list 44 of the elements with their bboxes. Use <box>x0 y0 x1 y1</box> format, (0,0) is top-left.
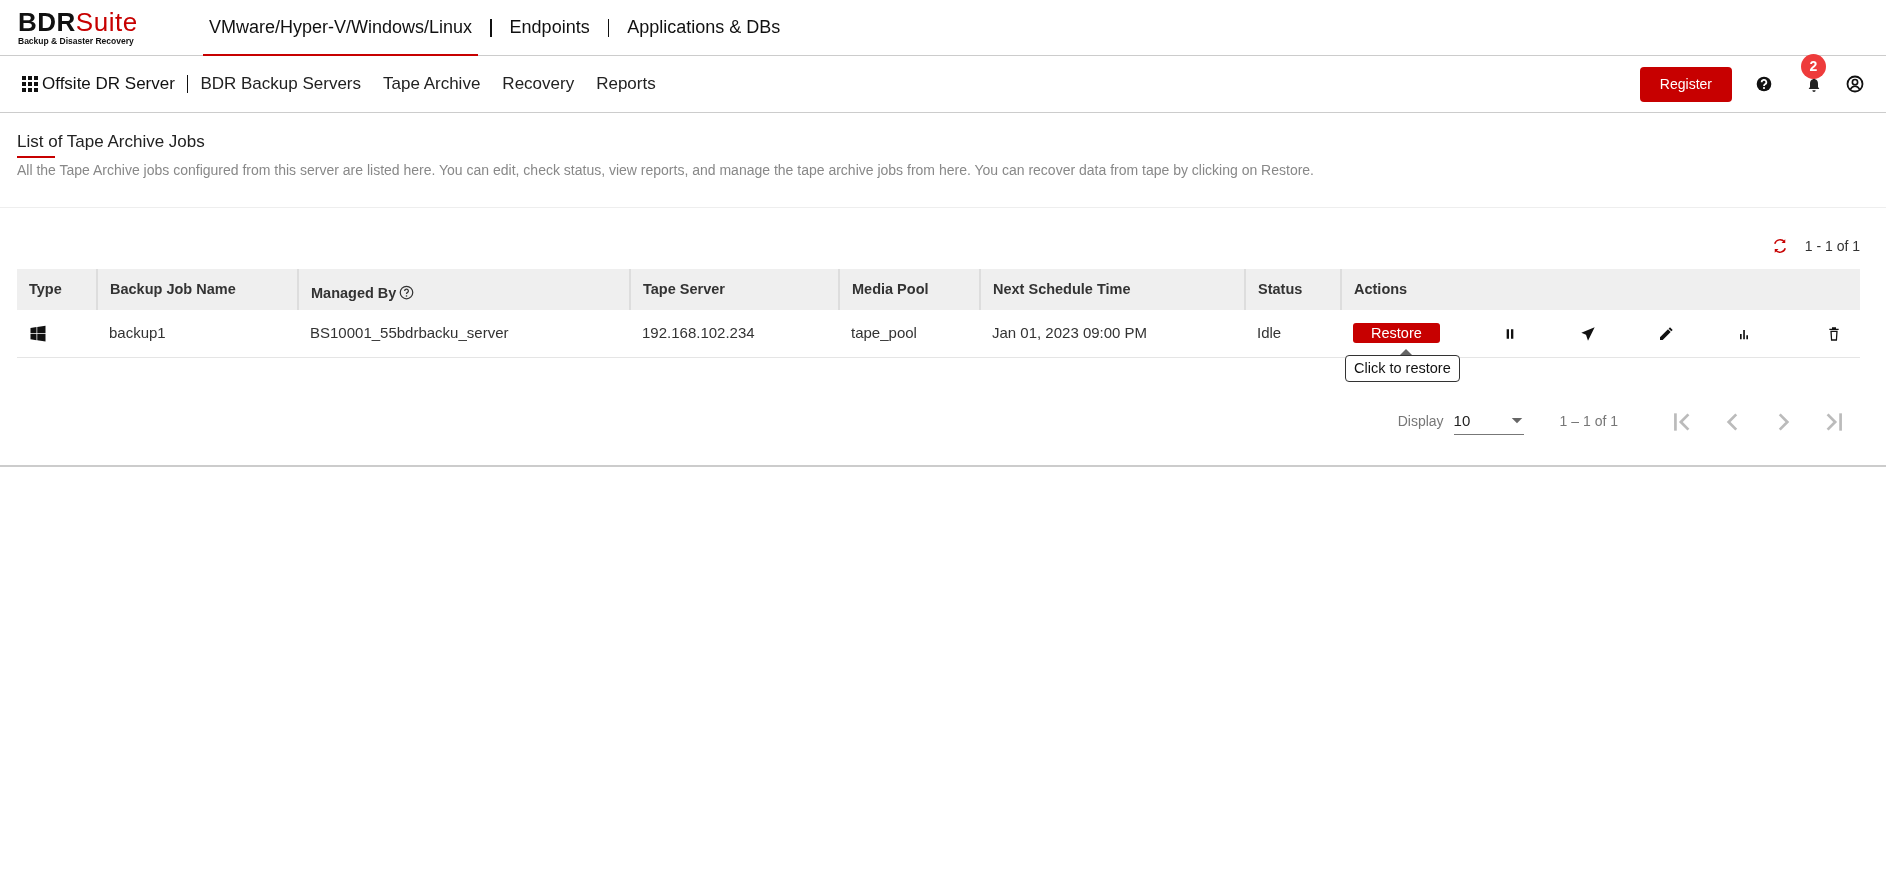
nav-separator <box>186 75 189 93</box>
user-account-icon[interactable] <box>1846 75 1864 93</box>
column-header: Media Pool <box>839 268 980 311</box>
notification-bell-icon[interactable] <box>1806 76 1822 93</box>
table-cell: backup1 <box>109 324 166 342</box>
nav-separator <box>607 18 610 37</box>
page-range: 1 – 1 of 1 <box>1559 412 1618 431</box>
page-size-select[interactable]: 10 <box>1453 407 1524 436</box>
nav-link[interactable]: Recovery <box>502 71 575 97</box>
column-header: Next Schedule Time <box>980 268 1245 311</box>
tooltip: Click to restore <box>1345 355 1460 383</box>
table-cell: BS10001_55bdrbacku_server <box>310 324 509 342</box>
column-header: Status <box>1245 268 1341 311</box>
table-cell: Idle <box>1257 324 1282 342</box>
table-cell: 192.168.102.234 <box>642 324 755 342</box>
apps-grid-icon <box>22 76 38 92</box>
brand-logo: BDRSuite Backup & Disaster Recovery <box>18 6 139 49</box>
page-title: List of Tape Archive Jobs <box>17 132 205 153</box>
register-button[interactable]: Register <box>1639 66 1732 102</box>
pencil-icon[interactable] <box>1657 325 1674 342</box>
help-icon[interactable] <box>1756 76 1772 92</box>
table-cell: Jan 01, 2023 09:00 PM <box>992 324 1148 342</box>
column-header: Tape Server <box>630 268 839 311</box>
nav-separator <box>490 18 492 37</box>
paper-plane-icon[interactable] <box>1579 325 1596 342</box>
column-header: Type <box>17 268 97 311</box>
product-tab[interactable]: Endpoints <box>503 0 596 56</box>
record-count: 1 - 1 of 1 <box>1804 236 1860 256</box>
nav-link[interactable]: Tape Archive <box>383 71 481 97</box>
restore-button[interactable]: Restore <box>1353 323 1440 344</box>
page-description: All the Tape Archive jobs configured from this server are listed here. You can edit, check status, view reports, and manage the tape archive jobs from here. You can recover data from tape by clicking on Restore. <box>17 160 1315 180</box>
windows-logo-icon <box>29 325 47 344</box>
product-tab[interactable]: VMware/Hyper-V/Windows/Linux <box>203 0 479 56</box>
table-cell: tape_pool <box>851 324 917 342</box>
nav-link[interactable]: BDR Backup Servers <box>200 71 361 97</box>
product-tab[interactable]: Applications & DBs <box>621 0 787 56</box>
column-header: Actions <box>1341 268 1860 311</box>
column-header: Backup Job Name <box>97 268 298 311</box>
home-menu-link[interactable]: Offsite DR Server <box>22 71 175 97</box>
notification-count: 2 <box>1801 53 1826 79</box>
help-circle-icon[interactable] <box>399 284 415 300</box>
column-header: Managed By <box>311 284 397 301</box>
display-label: Display <box>1397 412 1444 431</box>
nav-link[interactable]: Reports <box>596 71 656 97</box>
